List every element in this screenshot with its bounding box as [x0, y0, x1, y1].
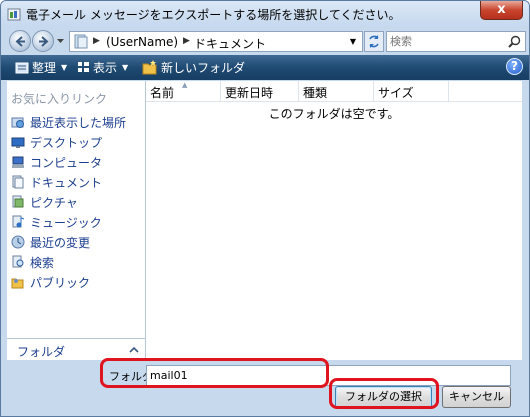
computer-icon: [12, 156, 24, 168]
highlight-folder-field: [100, 358, 329, 388]
refresh-icon: [369, 35, 379, 48]
sidebar-item-public[interactable]: パブリック: [11, 273, 90, 291]
back-arrow-icon: [15, 36, 25, 47]
chevron-down-icon: ▼: [122, 63, 129, 72]
searches-icon: [12, 255, 24, 268]
highlight-select-button: [329, 378, 439, 409]
views-menu[interactable]: 表示 ▼: [77, 59, 128, 76]
new-folder-button[interactable]: 新しいフォルダ: [142, 59, 245, 76]
sidebar-item-label: 最近の変更: [30, 235, 91, 250]
address-bar[interactable]: ▶ (UserName) ▶ ドキュメント ▼: [69, 31, 363, 52]
sidebar-item-label: パブリック: [30, 275, 91, 290]
views-label: 表示: [93, 61, 118, 75]
sidebar-item-label: ミュージック: [30, 215, 102, 230]
desktop-icon: [11, 137, 25, 148]
cancel-button[interactable]: キャンセル: [442, 386, 511, 408]
address-dropdown-icon[interactable]: ▼: [346, 33, 360, 50]
forward-button[interactable]: [32, 30, 54, 52]
breadcrumb-separator-icon[interactable]: ▶: [183, 36, 190, 46]
empty-folder-message: このフォルダは空です。: [268, 107, 400, 121]
sidebar-item-label: コンピュータ: [30, 155, 103, 170]
search-input[interactable]: [390, 34, 500, 49]
favorite-links-header: お気に入りリンク: [11, 92, 108, 106]
sidebar-item-searches[interactable]: 検索: [11, 253, 54, 271]
sidebar-item-label: ドキュメント: [30, 175, 103, 190]
sidebar-item-label: ピクチャ: [30, 195, 78, 210]
chevron-up-icon: [129, 346, 139, 353]
address-row: ▶ (UserName) ▶ ドキュメント ▼: [1, 27, 529, 55]
command-toolbar: 整理 ▼ 表示 ▼ 新しいフォルダ ?: [1, 55, 529, 80]
sidebar-item-label: 検索: [30, 255, 55, 270]
breadcrumb-separator-icon[interactable]: ▶: [93, 36, 100, 46]
column-header-size[interactable]: サイズ: [374, 81, 449, 102]
sidebar-item-computer[interactable]: コンピュータ: [11, 153, 102, 171]
column-header-label: 種類: [303, 86, 328, 100]
refresh-button[interactable]: [364, 31, 384, 52]
file-list[interactable]: 名前 ▲ 更新日時 種類 サイズ このフォルダは空です。: [146, 81, 522, 360]
new-folder-icon: [142, 60, 157, 75]
search-icon[interactable]: [508, 35, 521, 48]
sidebar-item-recent-places[interactable]: 最近表示した場所: [11, 113, 126, 131]
close-icon: x: [497, 2, 506, 17]
window-title: 電子メール メッセージをエクスポートする場所を選択してください。: [26, 8, 401, 22]
pictures-icon: [12, 195, 24, 208]
new-folder-label: 新しいフォルダ: [161, 61, 246, 75]
column-header-date[interactable]: 更新日時: [221, 81, 299, 102]
sort-ascending-icon: ▲: [182, 81, 188, 89]
sidebar-item-pictures[interactable]: ピクチャ: [11, 193, 78, 211]
documents-icon: [12, 175, 24, 189]
folders-label: フォルダ: [17, 345, 66, 359]
folders-toggle[interactable]: フォルダ: [7, 338, 146, 360]
search-box[interactable]: [386, 31, 526, 52]
folder-picker-dialog: 電子メール メッセージをエクスポートする場所を選択してください。 x ▶ (Us…: [0, 0, 530, 417]
help-icon[interactable]: ?: [506, 58, 523, 75]
music-icon: [12, 215, 25, 228]
column-header-label: サイズ: [378, 86, 414, 100]
sidebar-item-music[interactable]: ミュージック: [11, 213, 102, 231]
sidebar-item-label: 最近表示した場所: [30, 115, 127, 130]
column-header-name[interactable]: 名前 ▲: [146, 81, 221, 102]
column-header-label: 名前: [150, 86, 175, 100]
column-header-type[interactable]: 種類: [299, 81, 374, 102]
navigation-pane: お気に入りリンク 最近表示した場所 デスクトップ コンピュータ ドキュメント ピ…: [7, 81, 146, 338]
app-icon: [7, 8, 21, 21]
forward-arrow-icon: [39, 36, 49, 47]
column-header-label: 更新日時: [225, 86, 274, 100]
public-icon: [11, 278, 24, 289]
history-dropdown-icon[interactable]: [57, 38, 64, 44]
recently-changed-icon: [11, 235, 25, 249]
close-button[interactable]: x: [480, 1, 523, 20]
title-bar: 電子メール メッセージをエクスポートする場所を選択してください。 x: [1, 1, 529, 27]
organize-icon: [15, 62, 29, 74]
breadcrumb-documents[interactable]: ドキュメント: [194, 35, 266, 52]
sidebar-item-recently-changed[interactable]: 最近の変更: [11, 233, 90, 251]
sidebar-item-desktop[interactable]: デスクトップ: [11, 133, 102, 151]
recent-places-icon: [11, 117, 24, 128]
chevron-down-icon: ▼: [61, 63, 68, 72]
location-icon: [74, 34, 88, 49]
back-button[interactable]: [9, 30, 31, 52]
breadcrumb-user[interactable]: (UserName): [106, 35, 178, 49]
organize-label: 整理: [32, 61, 57, 75]
views-icon: [78, 62, 89, 72]
organize-menu[interactable]: 整理 ▼: [15, 59, 67, 76]
sidebar-item-documents[interactable]: ドキュメント: [11, 173, 102, 191]
sidebar-item-label: デスクトップ: [30, 135, 103, 150]
